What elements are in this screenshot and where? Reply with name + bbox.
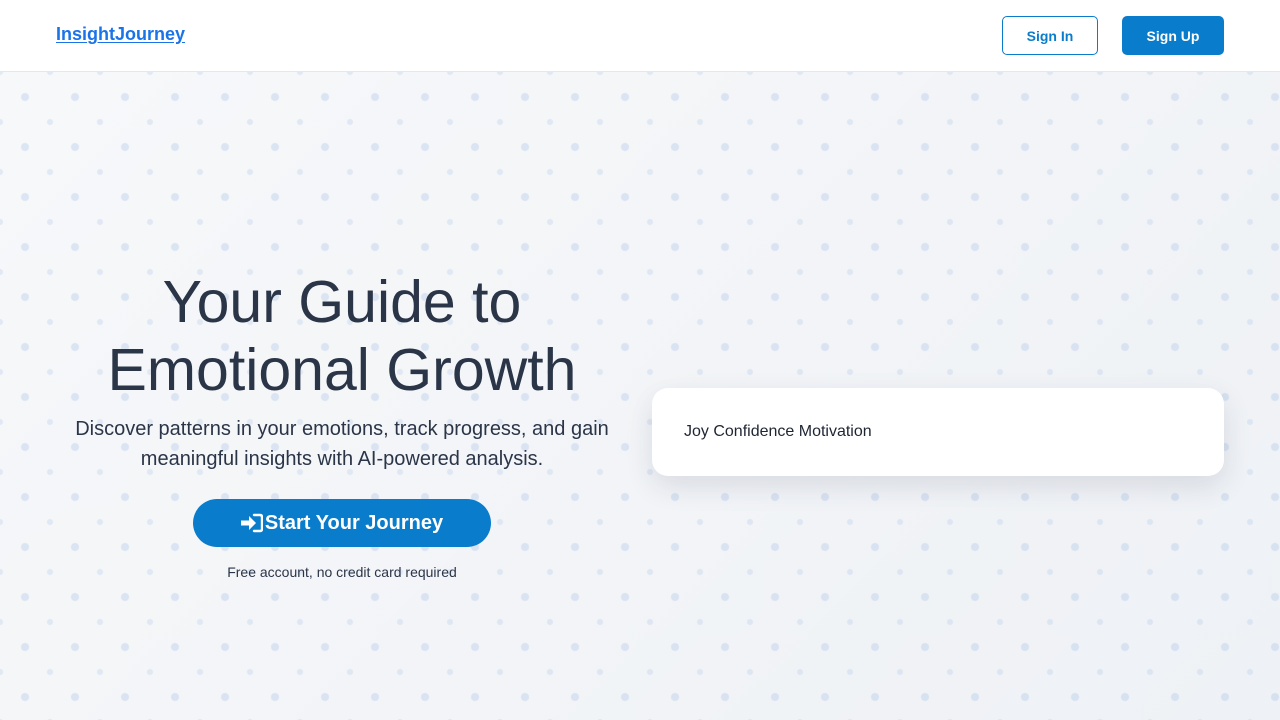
emotion-card: Joy Confidence Motivation bbox=[652, 388, 1224, 476]
hero-subtitle: Discover patterns in your emotions, trac… bbox=[48, 414, 636, 474]
start-journey-label: Start Your Journey bbox=[264, 511, 444, 534]
emotion-card-text: Joy Confidence Motivation bbox=[684, 423, 872, 440]
hero-section: Your Guide to Emotional Growth Discover … bbox=[0, 72, 1280, 720]
hero-title-line2: Emotional Growth bbox=[107, 337, 577, 403]
sign-in-button[interactable]: Sign In bbox=[1002, 16, 1098, 55]
sign-up-button[interactable]: Sign Up bbox=[1122, 16, 1224, 55]
logo-link[interactable]: InsightJourney bbox=[56, 24, 185, 45]
hero-title-line1: Your Guide to bbox=[162, 269, 522, 335]
hero-subtitle-line1: Discover patterns in your emotions, trac… bbox=[75, 418, 609, 440]
top-navbar: InsightJourney Sign In Sign Up bbox=[0, 0, 1280, 72]
hero-subtitle-line2: meaningful insights with AI-powered anal… bbox=[140, 448, 544, 470]
start-journey-button[interactable]: Start Your Journey bbox=[193, 499, 491, 547]
hero-title: Your Guide to Emotional Growth bbox=[56, 268, 628, 404]
sign-in-icon bbox=[240, 513, 263, 533]
cta-note: Free account, no credit card required bbox=[227, 564, 457, 580]
